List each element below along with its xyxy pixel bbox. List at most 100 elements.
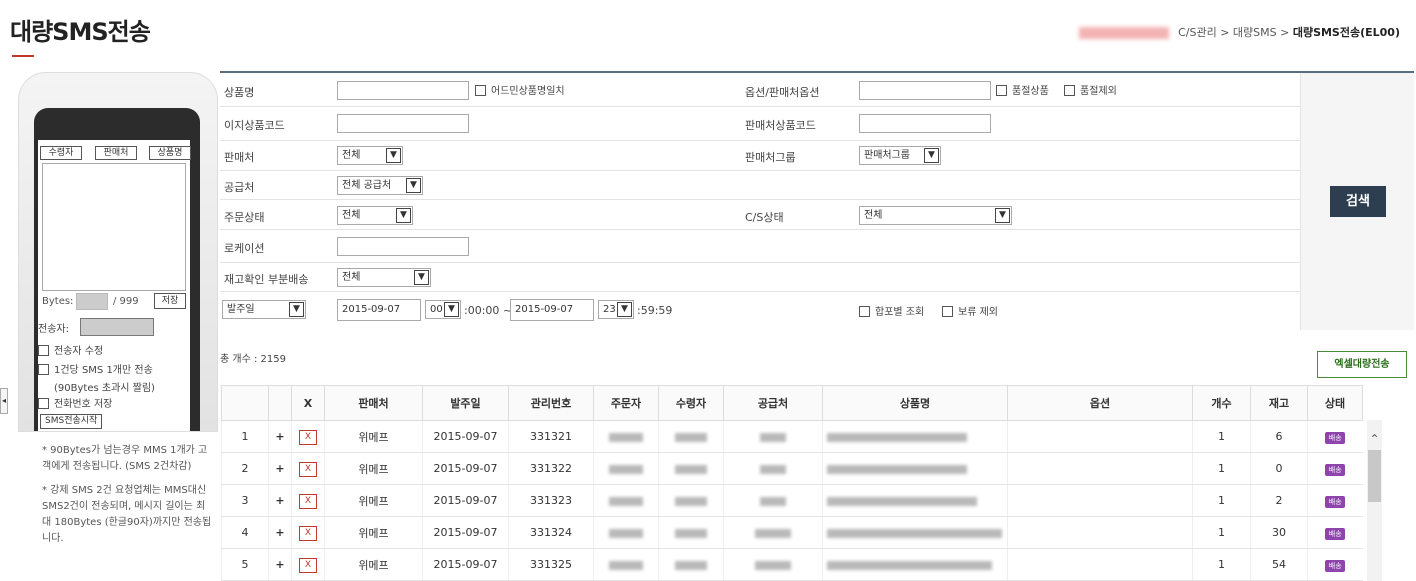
truncate-note: (90Bytes 초과시 짤림) [54,383,155,394]
option-input[interactable] [859,81,991,100]
stock-partial-select[interactable]: 전체 ▼ [337,268,431,287]
supplier-select[interactable]: 전체 공급처 ▼ [337,176,423,195]
delete-button[interactable]: X [299,525,317,541]
chevron-down-icon: ▼ [289,302,304,317]
checkbox[interactable] [1064,85,1075,96]
status-badge[interactable]: 배송 [1325,527,1346,540]
hour-to-select[interactable]: 23 ▼ [598,300,634,319]
checkbox[interactable] [38,398,49,409]
chevron-down-icon: ▼ [414,270,429,285]
expand-icon[interactable]: + [268,420,292,453]
redacted [760,496,786,506]
search-button[interactable]: 검색 [1330,186,1386,217]
sold-out-option[interactable]: 품절상품 [996,82,1049,97]
seller-select[interactable]: 전체 ▼ [337,146,403,165]
orderer-cell [593,516,659,549]
chevron-down-icon: ▼ [386,148,401,163]
seller-group-label: 판매처그룹 [745,151,796,164]
checkbox[interactable] [38,345,49,356]
delete-cell: X [291,548,325,581]
redacted [675,432,707,442]
easy-code-input[interactable] [337,114,469,133]
seller-button[interactable]: 판매처 [95,146,137,160]
order-status-label: 주문상태 [224,211,265,224]
option-label: 옵션/판매처옵션 [745,86,820,99]
date-from-input[interactable]: 2015-09-07 [337,299,421,321]
chevron-up-icon[interactable]: ⌃ [1367,432,1382,446]
status-badge[interactable]: 배송 [1325,463,1346,476]
breadcrumb-current: 대량SMS전송(EL00) [1292,26,1400,39]
search-row: 주문상태 전체 ▼ C/S상태 전체 ▼ [220,200,1300,230]
order-status-select[interactable]: 전체 ▼ [337,206,413,225]
status-cell: 배송 [1307,548,1363,581]
table-row[interactable]: 4 + X 위메프 2015-09-07 331324 1 30 배송 [221,516,1363,549]
checkbox[interactable] [942,306,953,317]
collapse-left-icon[interactable]: ◂ [0,388,8,414]
exclude-sold-out-option[interactable]: 품절제외 [1064,82,1117,97]
hold-exclude-option[interactable]: 보류 제외 [942,303,998,318]
delete-button[interactable]: X [299,461,317,477]
status-badge[interactable]: 배송 [1325,431,1346,444]
expand-icon[interactable]: + [268,484,292,517]
status-cell: 배송 [1307,420,1363,453]
location-input[interactable] [337,237,469,256]
date-cell: 2015-09-07 [422,484,509,517]
table-row[interactable]: 1 + X 위메프 2015-09-07 331321 1 6 배송 [221,420,1363,453]
seller-group-select[interactable]: 판매처그룹 ▼ [859,146,941,165]
hour-from-select[interactable]: 00 ▼ [425,300,461,319]
checkbox[interactable] [38,364,49,375]
expand-icon[interactable]: + [268,452,292,485]
delete-button[interactable]: X [299,429,317,445]
date-type-select[interactable]: 발주일 ▼ [222,300,306,319]
orderer-cell [593,420,659,453]
status-badge[interactable]: 배송 [1325,559,1346,572]
date-cell: 2015-09-07 [422,548,509,581]
checkbox[interactable] [475,85,486,96]
table-row[interactable]: 5 + X 위메프 2015-09-07 331325 1 54 배송 [221,548,1363,581]
product-name-input[interactable] [337,81,469,100]
supplier-label: 공급처 [224,181,255,194]
qty-cell: 1 [1192,452,1251,485]
product-button[interactable]: 상품명 [149,146,191,160]
redacted [755,528,791,538]
date-to-input[interactable]: 2015-09-07 [510,299,594,321]
checkbox[interactable] [996,85,1007,96]
delete-button[interactable]: X [299,493,317,509]
edit-sender-option[interactable]: 전송자 수정 [38,342,103,357]
col-header: 상품명 [822,385,1008,421]
search-row: 재고확인 부분배송 전체 ▼ [220,263,1300,292]
sms-start-button[interactable]: SMS전송시작 [40,414,103,429]
delete-button[interactable]: X [299,557,317,573]
save-button[interactable]: 저장 [154,293,186,309]
receiver-button[interactable]: 수령자 [40,146,82,160]
note-1: * 90Bytes가 넘는경우 MMS 1개가 고객에게 전송됩니다. (SMS… [42,445,208,472]
sms-textarea[interactable] [42,163,186,291]
redacted [827,496,977,506]
product-name-label: 상품명 [224,86,255,99]
date-cell: 2015-09-07 [422,452,509,485]
combined-option[interactable]: 합포별 조회 [859,303,924,318]
sender-field[interactable] [80,318,154,336]
date-cell: 2015-09-07 [422,420,509,453]
table-row[interactable]: 3 + X 위메프 2015-09-07 331323 1 2 배송 [221,484,1363,517]
one-sms-option[interactable]: 1건당 SMS 1개만 전송 [38,361,153,376]
col-header: 발주일 [422,385,509,421]
option-cell [1007,548,1193,581]
save-phone-option[interactable]: 전화번호 저장 [38,395,112,410]
expand-icon[interactable]: + [268,516,292,549]
delete-cell: X [291,420,325,453]
table-header: X 판매처 발주일 관리번호 주문자 수령자 공급처 상품명 옵션 개수 재고 … [221,385,1363,421]
status-badge[interactable]: 배송 [1325,495,1346,508]
seller-code-input[interactable] [859,114,991,133]
qty-cell: 1 [1192,516,1251,549]
checkbox[interactable] [859,306,870,317]
cs-status-select[interactable]: 전체 ▼ [859,206,1012,225]
supplier-cell [723,420,823,453]
exact-match-option[interactable]: 어드민상품명일치 [475,82,565,97]
table-row[interactable]: 2 + X 위메프 2015-09-07 331322 1 0 배송 [221,452,1363,485]
redacted [755,560,791,570]
excel-bulk-send-button[interactable]: 엑셀대량전송 [1317,351,1407,378]
col-header: 관리번호 [508,385,594,421]
scroll-thumb[interactable] [1368,450,1381,502]
expand-icon[interactable]: + [268,548,292,581]
